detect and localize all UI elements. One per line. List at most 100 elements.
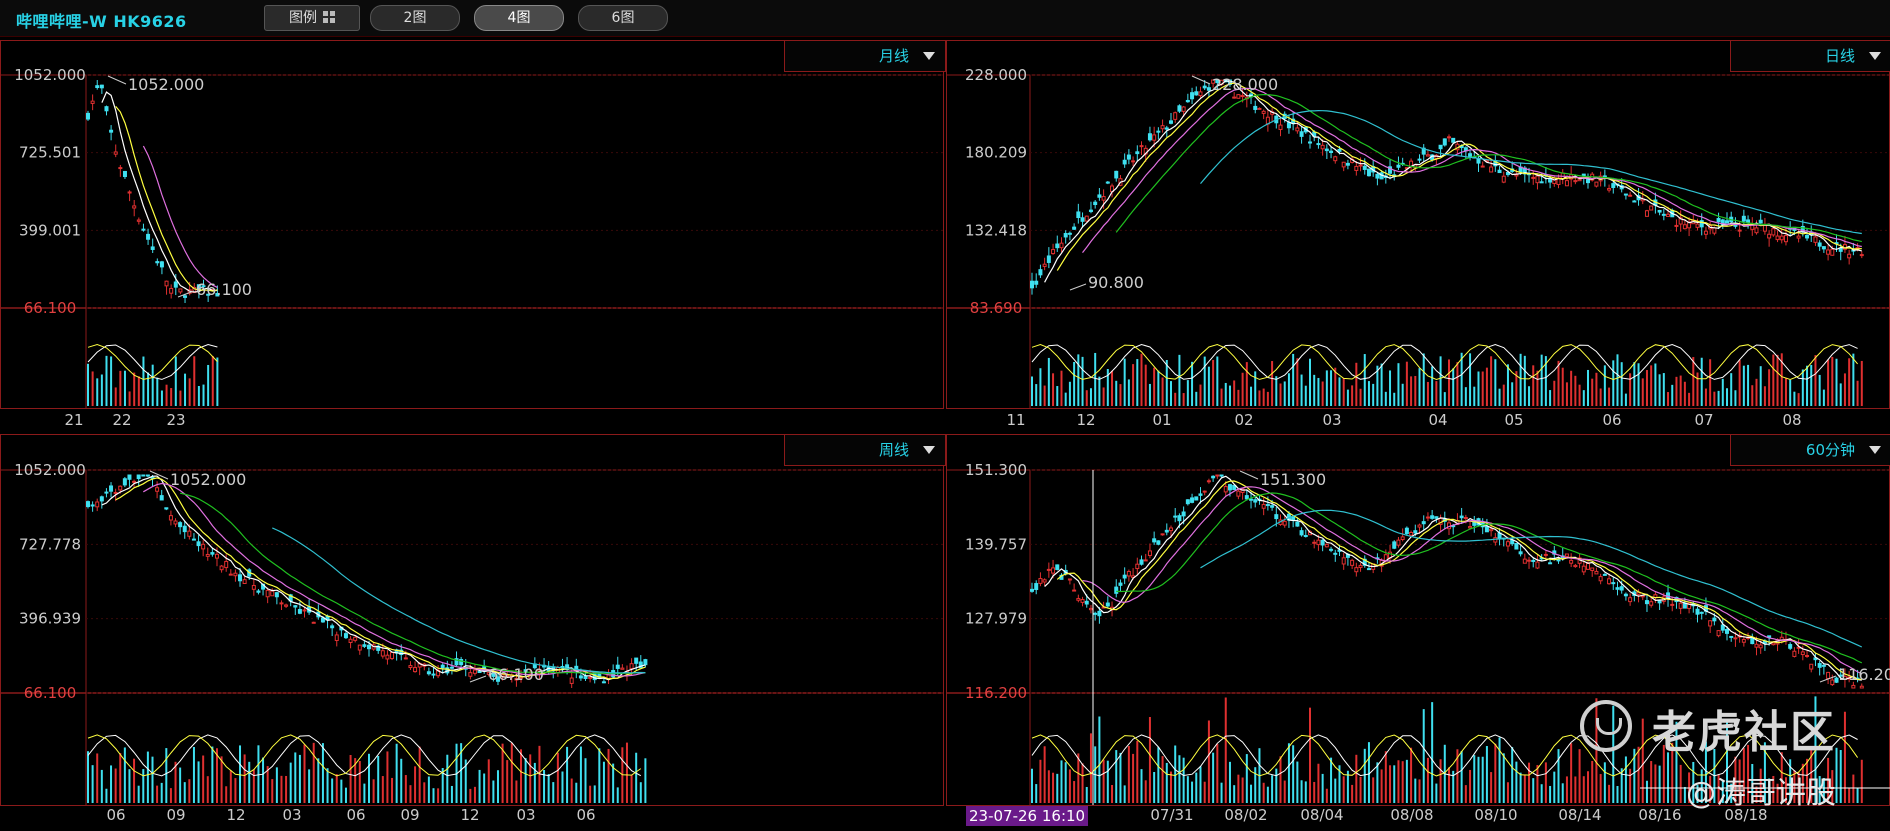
x-tick-label: 12	[460, 806, 479, 824]
candle-body	[348, 638, 353, 644]
candle-body	[1194, 91, 1199, 96]
candle-body	[1333, 552, 1338, 555]
candle-body	[1169, 527, 1173, 532]
candle-body	[1093, 612, 1098, 615]
candle-body	[615, 664, 620, 669]
candle-body	[274, 592, 279, 598]
candle-body	[413, 667, 418, 673]
candle-body	[1093, 201, 1098, 206]
x-tick-label: 06	[346, 806, 365, 824]
candle-body	[122, 478, 127, 486]
candle-body	[201, 543, 206, 550]
candle-body	[1754, 643, 1759, 648]
candle-body	[224, 560, 229, 569]
candle-body	[1156, 540, 1161, 545]
candle-body	[1767, 233, 1772, 239]
candle-body	[1830, 679, 1835, 686]
candle-body	[1741, 215, 1746, 222]
candle-body	[150, 246, 155, 250]
candle-body	[279, 602, 284, 605]
candle-body	[1088, 607, 1093, 611]
candle-body	[1514, 174, 1519, 177]
candle-body	[182, 525, 187, 533]
candle-body	[1623, 593, 1628, 597]
candle-body	[1122, 159, 1127, 165]
candle-body	[1514, 543, 1519, 550]
candle-body	[1851, 684, 1856, 689]
candle-body	[1489, 528, 1494, 532]
candle-body	[99, 84, 104, 89]
candle-body	[178, 288, 183, 293]
candle-body	[1548, 562, 1553, 565]
period-select-monthly[interactable]: 月线	[784, 40, 946, 72]
candle-body	[1126, 154, 1131, 160]
candle-body	[1329, 548, 1334, 551]
candle-body	[1821, 246, 1826, 250]
candle-body	[1535, 561, 1540, 569]
candle-body	[187, 530, 192, 537]
candle-body	[1076, 598, 1081, 601]
candle-body	[1038, 578, 1043, 584]
moving-average-line	[115, 477, 646, 680]
candle-body	[1573, 564, 1578, 568]
period-select-weekly[interactable]: 周线	[784, 434, 946, 466]
candle-body	[141, 228, 146, 231]
candle-body	[168, 515, 173, 521]
candle-body	[1476, 158, 1481, 164]
candle-body	[1522, 558, 1527, 564]
candle-body	[1088, 209, 1093, 213]
candle-body	[1324, 543, 1329, 548]
candle-body	[1030, 280, 1034, 289]
candle-body	[1830, 248, 1835, 256]
candle-body	[109, 129, 114, 133]
candle-body	[1236, 94, 1241, 99]
candle-body	[1278, 124, 1283, 130]
candle-body	[1080, 217, 1085, 222]
candle-body	[1712, 227, 1717, 234]
candle-body	[1059, 242, 1064, 249]
candle-body	[1143, 559, 1148, 562]
candle-body	[1392, 541, 1397, 549]
candle-body	[634, 657, 639, 664]
candle-body	[1097, 194, 1102, 198]
candle-body	[1295, 521, 1300, 527]
period-select-hourly[interactable]: 60分钟	[1730, 434, 1890, 466]
candle-body	[1076, 211, 1081, 219]
candle-body	[1223, 486, 1228, 493]
candle-body	[1813, 236, 1818, 243]
candle-body	[1253, 105, 1258, 110]
high-marker-line	[1191, 75, 1211, 85]
candle-body	[90, 100, 95, 104]
y-tick-label: 180.209	[965, 144, 1027, 162]
candle-body	[1708, 620, 1713, 627]
candle-body	[1682, 224, 1687, 230]
candle-body	[1345, 162, 1350, 166]
candle-body	[1139, 145, 1144, 148]
candle-body	[1657, 599, 1662, 604]
candle-body	[1695, 608, 1700, 615]
candle-body	[219, 565, 224, 571]
candle-body	[1821, 664, 1826, 667]
period-select-daily[interactable]: 日线	[1730, 40, 1890, 72]
candle-body	[1619, 586, 1624, 591]
candle-body	[1623, 193, 1628, 196]
candle-body	[477, 671, 482, 674]
candle-body	[1114, 586, 1119, 594]
high-price-label: 1052.000	[170, 470, 246, 489]
candle-body	[1131, 160, 1136, 163]
candle-body	[343, 633, 348, 639]
candle-body	[1366, 568, 1371, 571]
candle-body	[1594, 181, 1599, 187]
candle-body	[1430, 515, 1435, 519]
candle-body	[1316, 143, 1321, 146]
candle-body	[141, 474, 146, 477]
candle-body	[1202, 490, 1207, 493]
candle-body	[1051, 249, 1056, 255]
candle-body	[1598, 576, 1603, 582]
candle-body	[270, 590, 275, 597]
candle-body	[205, 553, 210, 557]
candle-body	[164, 280, 169, 287]
candle-body	[1678, 602, 1683, 609]
candle-body	[1779, 235, 1784, 241]
candle-body	[403, 657, 408, 660]
